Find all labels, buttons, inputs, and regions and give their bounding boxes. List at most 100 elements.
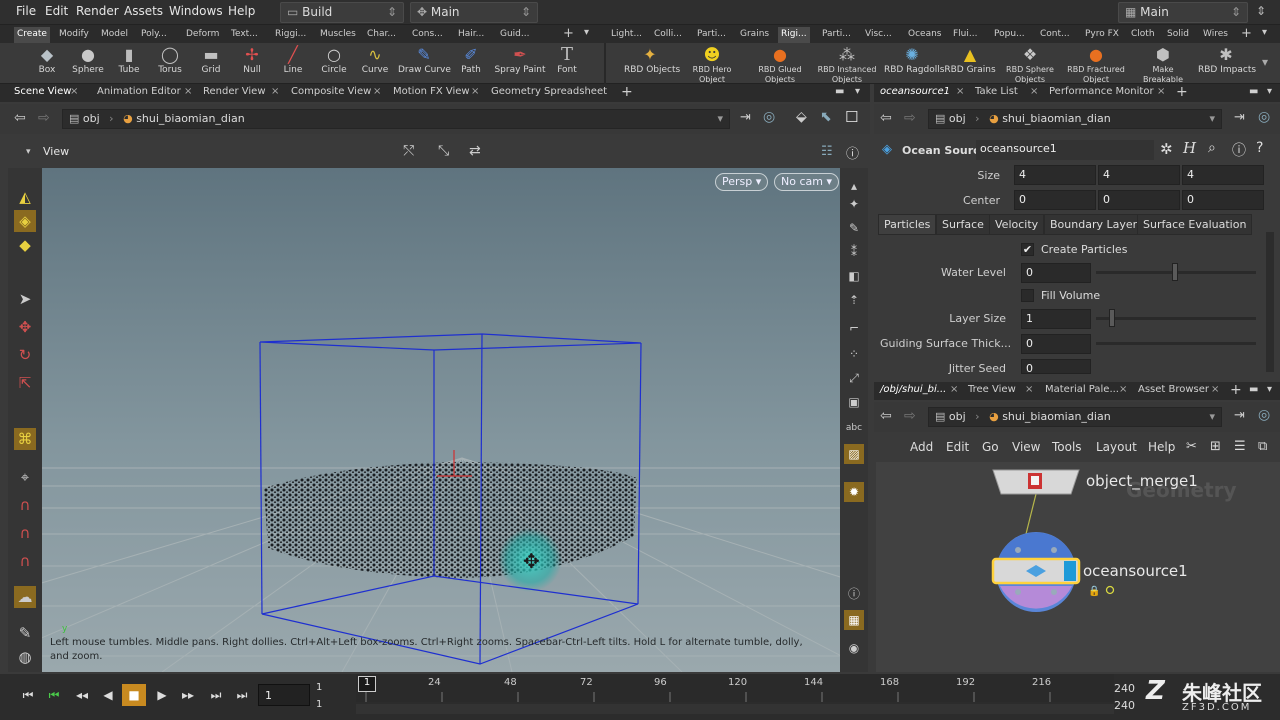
- link-icon[interactable]: ◎: [1258, 407, 1270, 423]
- pointer-icon[interactable]: ➤: [14, 288, 36, 310]
- shelf-tab-particles[interactable]: Parti...: [694, 27, 729, 43]
- tab-material-palette[interactable]: Material Pale...: [1045, 384, 1119, 395]
- view-menu-icon[interactable]: ▾: [26, 147, 31, 157]
- magnet-icon[interactable]: ∩: [14, 494, 36, 516]
- forward-arrow-icon[interactable]: ⇨: [38, 110, 50, 126]
- camera-tool-icon[interactable]: ⤲: [403, 143, 414, 159]
- tool-curve[interactable]: ∿ Curve: [349, 45, 401, 83]
- select-tool-icon[interactable]: ◭: [14, 186, 36, 208]
- eye-icon[interactable]: ◉: [844, 638, 864, 658]
- timeline-current-marker[interactable]: 1: [358, 676, 376, 692]
- subtab-boundary-layer[interactable]: Boundary Layer: [1044, 214, 1144, 235]
- rotate-icon[interactable]: ↻: [14, 344, 36, 366]
- close-icon[interactable]: ×: [1030, 86, 1038, 97]
- shelf-tab-poly[interactable]: Poly...: [138, 27, 170, 43]
- shelf-menu-icon[interactable]: ▾: [584, 27, 589, 38]
- tab-geometry-spreadsheet[interactable]: Geometry Spreadsheet: [491, 86, 607, 97]
- pose-tool-icon[interactable]: ⌘: [14, 428, 36, 450]
- net-menu-go[interactable]: Go: [982, 440, 999, 454]
- transform-tool-icon[interactable]: ◈: [14, 210, 36, 232]
- net-menu-help[interactable]: Help: [1148, 440, 1175, 454]
- shelf-tab-grains[interactable]: Grains: [737, 27, 772, 43]
- shelf-tab-rigid[interactable]: Rigi...: [778, 27, 810, 43]
- light-bulb-icon[interactable]: ✹: [844, 482, 864, 502]
- node-name-field[interactable]: oceansource1: [976, 140, 1154, 160]
- pen-icon[interactable]: ✎: [844, 218, 864, 238]
- create-particles-checkbox[interactable]: ✔: [1021, 243, 1034, 256]
- shelf-tab-modify[interactable]: Modify: [56, 27, 92, 43]
- layout-icon[interactable]: ▦: [844, 610, 864, 630]
- scene-path-field[interactable]: ▤ obj › ◕ shui_biaomian_dian ▾: [62, 109, 730, 129]
- shelf-tab-text[interactable]: Text...: [228, 27, 261, 43]
- step-forward-icon[interactable]: ▸▸: [176, 684, 200, 706]
- shelf-tab-muscles[interactable]: Muscles: [317, 27, 359, 43]
- desktop-build-select[interactable]: ▭ Build ⇕: [280, 2, 404, 23]
- tool-rbd-hero[interactable]: ☻ RBD Hero Object: [686, 45, 738, 84]
- forward-arrow-icon[interactable]: ⇨: [904, 110, 916, 126]
- pin-icon[interactable]: ⇥: [740, 110, 751, 125]
- text-overlay-icon[interactable]: abc: [844, 418, 864, 438]
- desktop-expand-icon[interactable]: ⇕: [1256, 4, 1266, 18]
- subtab-surface-evaluation[interactable]: Surface Evaluation: [1137, 214, 1253, 235]
- close-icon[interactable]: ×: [70, 86, 78, 97]
- network-view[interactable]: Geometry 🔒 object_merge1 oceansource1: [876, 462, 1280, 672]
- close-icon[interactable]: ×: [956, 86, 964, 97]
- move-icon[interactable]: ✥: [14, 316, 36, 338]
- link-icon[interactable]: ◎: [1258, 109, 1270, 125]
- close-icon[interactable]: ×: [373, 86, 381, 97]
- camera-menu[interactable]: No cam ▾: [774, 173, 839, 191]
- merge-node-label[interactable]: object_merge1: [1086, 472, 1198, 490]
- menu-edit[interactable]: Edit: [45, 4, 68, 18]
- close-icon[interactable]: ×: [1157, 86, 1165, 97]
- play-backward-icon[interactable]: ◀: [96, 684, 120, 706]
- params-scrollbar[interactable]: [1266, 232, 1274, 372]
- shelf-tab-container-tools[interactable]: Cont...: [1037, 27, 1073, 43]
- net-menu-tools[interactable]: Tools: [1052, 440, 1082, 454]
- water-level-field[interactable]: 0: [1021, 263, 1091, 283]
- desktop-right-select[interactable]: ▦ Main ⇕: [1118, 2, 1248, 23]
- back-arrow-icon[interactable]: ⇦: [880, 408, 892, 424]
- tool-rbd-impacts[interactable]: ✱ RBD Impacts: [1198, 45, 1256, 83]
- shelf-tab-solid[interactable]: Solid: [1164, 27, 1192, 43]
- start-frame-icon[interactable]: ⏮: [42, 684, 66, 706]
- shelf-tab-wires[interactable]: Wires: [1200, 27, 1231, 43]
- center-x-field[interactable]: 0: [1014, 190, 1096, 210]
- play-forward-icon[interactable]: ▶: [150, 684, 174, 706]
- tool-make-breakable[interactable]: ⬢ Make Breakable: [1136, 45, 1190, 84]
- menu-assets[interactable]: Assets: [124, 4, 163, 18]
- back-arrow-icon[interactable]: ⇦: [880, 110, 892, 126]
- subtab-velocity[interactable]: Velocity: [989, 214, 1045, 235]
- corner-icon[interactable]: ⌐: [844, 318, 864, 338]
- help-icon[interactable]: ?: [1256, 140, 1263, 156]
- close-icon[interactable]: ×: [950, 384, 958, 395]
- tab-oceansource1[interactable]: oceansource1: [880, 86, 950, 97]
- size-x-field[interactable]: 4: [1014, 165, 1096, 185]
- tab-render-view[interactable]: Render View: [203, 86, 266, 97]
- vertex-icon[interactable]: ⁘: [844, 344, 864, 364]
- layer-size-field[interactable]: 1: [1021, 309, 1091, 329]
- tab-tree-view[interactable]: Tree View: [968, 384, 1016, 395]
- net-menu-add[interactable]: Add: [910, 440, 933, 454]
- tab-composite-view[interactable]: Composite View: [291, 86, 371, 97]
- shade-icon[interactable]: ◧: [844, 266, 864, 286]
- tree-icon[interactable]: ⊞: [1210, 439, 1221, 454]
- shelf-tab-guide[interactable]: Guid...: [497, 27, 532, 43]
- timeline-ruler[interactable]: 1 24 48 72 96 120 144 168 192 216: [356, 674, 1114, 702]
- shelf-tab-rigging[interactable]: Riggi...: [272, 27, 309, 43]
- tool-font[interactable]: T Font: [541, 45, 593, 83]
- guiding-thickness-field[interactable]: 0: [1021, 334, 1091, 354]
- net-menu-layout[interactable]: Layout: [1096, 440, 1137, 454]
- tool-rbd-objects[interactable]: ✦ RBD Objects: [624, 45, 680, 83]
- tab-performance-monitor[interactable]: Performance Monitor: [1049, 86, 1154, 97]
- menu-file[interactable]: File: [16, 4, 36, 18]
- pane-close-icon[interactable]: ▾: [1267, 86, 1272, 97]
- forward-arrow-icon[interactable]: ⇨: [904, 408, 916, 424]
- first-frame-icon[interactable]: ⏮: [16, 684, 40, 706]
- net-menu-edit[interactable]: Edit: [946, 440, 969, 454]
- jitter-seed-field[interactable]: 0: [1021, 359, 1091, 374]
- subtab-particles[interactable]: Particles: [878, 214, 937, 235]
- last-frame-icon[interactable]: ⏭: [230, 684, 254, 706]
- shelf-tab-fluid-containers[interactable]: Flui...: [950, 27, 980, 43]
- pane-close-icon[interactable]: ▾: [1267, 384, 1272, 395]
- tab-animation-editor[interactable]: Animation Editor: [97, 86, 181, 97]
